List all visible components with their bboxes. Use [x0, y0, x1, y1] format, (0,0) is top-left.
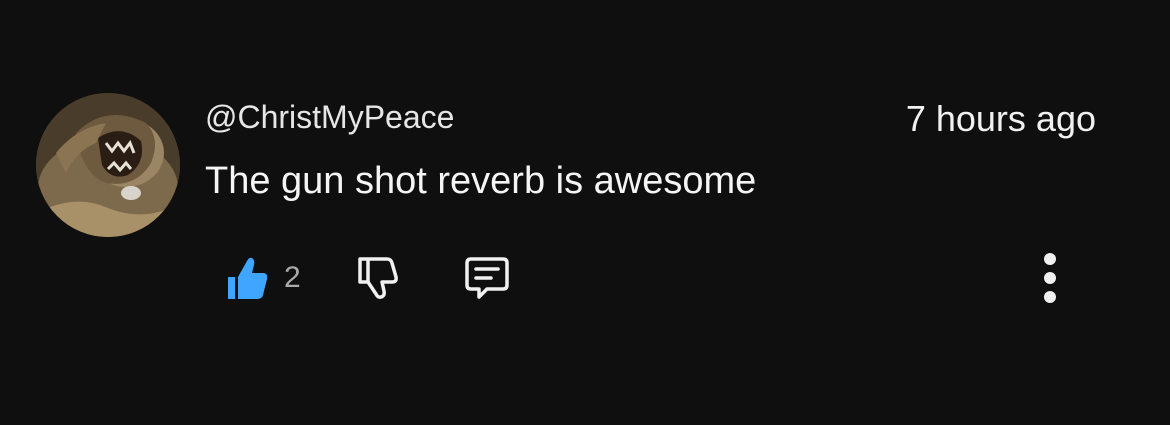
comment-author[interactable]: @ChristMyPeace: [205, 97, 454, 137]
more-options-button[interactable]: [1026, 248, 1074, 308]
like-count: 2: [284, 261, 301, 294]
comment-card: @ChristMyPeace 7 hours ago The gun shot …: [0, 0, 1170, 425]
reply-button[interactable]: [461, 250, 513, 306]
comment-icon: [464, 257, 509, 299]
more-vertical-icon: [1044, 253, 1056, 265]
comment-timestamp: 7 hours ago: [905, 98, 1096, 139]
thumbs-down-icon: [357, 257, 398, 299]
comment-actions: 2: [222, 250, 513, 306]
avatar-image: [36, 93, 180, 237]
like-button[interactable]: [222, 250, 272, 306]
avatar[interactable]: [36, 93, 180, 237]
comment-text: The gun shot reverb is awesome: [205, 160, 757, 202]
more-vertical-icon-dot: [1044, 291, 1056, 303]
dislike-button[interactable]: [351, 250, 403, 306]
more-vertical-icon-dot: [1044, 272, 1056, 284]
thumbs-up-icon: [228, 257, 268, 299]
